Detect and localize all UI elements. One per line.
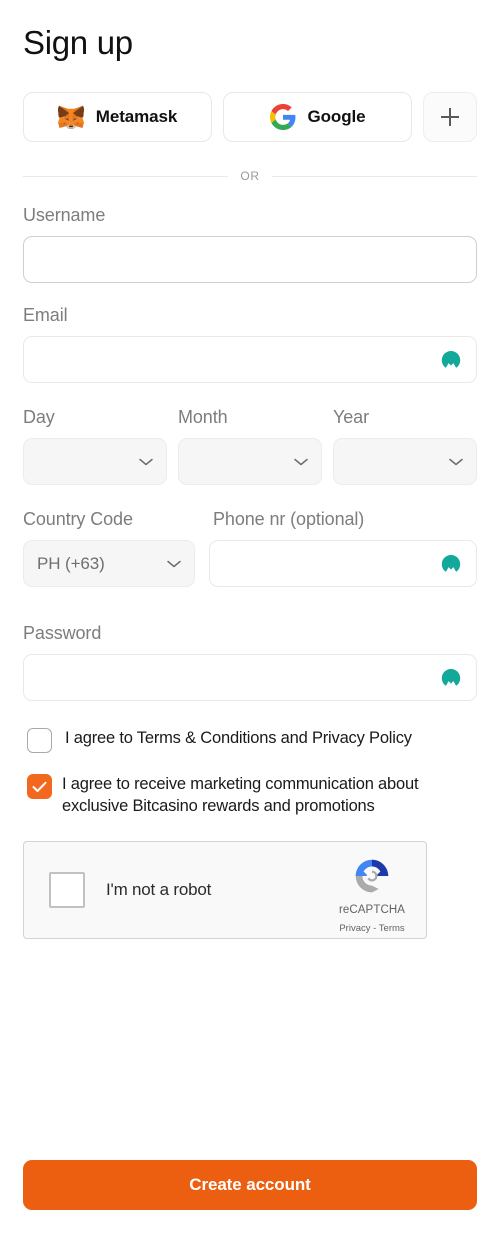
phone-labels: Country Code Phone nr (optional)	[23, 509, 477, 530]
page-title: Sign up	[23, 24, 133, 61]
divider-line-left	[23, 175, 229, 177]
marketing-checkbox[interactable]	[27, 774, 52, 799]
year-label: Year	[333, 407, 369, 427]
nordpass-icon[interactable]	[438, 551, 464, 577]
username-input[interactable]	[38, 237, 462, 282]
phone-input[interactable]	[224, 541, 462, 586]
country-code-select-wrapper[interactable]: PH (+63)	[23, 540, 195, 587]
metamask-label: Metamask	[95, 107, 178, 126]
day-select[interactable]	[23, 438, 167, 485]
recaptcha-widget[interactable]: I'm not a robot reCAPTCHA Privacy - Term…	[23, 841, 427, 939]
chevron-down-icon	[449, 458, 463, 465]
terms-consent-label: I agree to Terms & Conditions and Privac…	[65, 729, 412, 747]
email-input-wrapper[interactable]	[23, 336, 477, 383]
recaptcha-brand-name: reCAPTCHA	[338, 904, 406, 916]
nordpass-icon[interactable]	[438, 665, 464, 691]
phone-row: PH (+63)	[23, 540, 477, 587]
recaptcha-checkbox[interactable]	[49, 872, 85, 908]
password-field-group: Password	[23, 623, 477, 701]
country-code-value: PH (+63)	[37, 553, 105, 573]
divider-line-right	[271, 175, 478, 177]
recaptcha-link-separator: -	[373, 923, 377, 934]
password-input-wrapper[interactable]	[23, 654, 477, 701]
country-code-select[interactable]: PH (+63)	[23, 540, 195, 587]
google-signup-button[interactable]: Google	[223, 92, 412, 142]
month-select[interactable]	[178, 438, 322, 485]
metamask-fox-icon	[57, 104, 85, 130]
chevron-down-icon	[294, 458, 308, 465]
or-divider: OR	[23, 169, 478, 183]
social-auth-row: Metamask Google	[23, 92, 477, 142]
recaptcha-links: Privacy - Terms	[339, 923, 404, 934]
month-label: Month	[178, 407, 228, 427]
month-select-wrapper[interactable]	[178, 438, 322, 485]
terms-consent-row[interactable]: I agree to Terms & Conditions and Privac…	[23, 727, 477, 753]
day-label: Day	[23, 407, 55, 427]
recaptcha-privacy-link[interactable]: Privacy	[339, 923, 370, 934]
phone-input-wrapper[interactable]	[209, 540, 477, 587]
phone-field-wrapper	[209, 540, 477, 587]
email-input[interactable]	[38, 337, 462, 382]
google-label: Google	[307, 107, 366, 126]
signup-page: Sign up Metamask Google OR Username Emai…	[0, 0, 500, 1238]
plus-icon	[441, 108, 459, 126]
birthdate-selects	[23, 438, 477, 485]
password-label: Password	[23, 623, 102, 643]
username-input-wrapper[interactable]	[23, 236, 477, 283]
username-label: Username	[23, 205, 106, 225]
marketing-consent-label: I agree to receive marketing communicati…	[62, 775, 419, 815]
checkmark-icon	[32, 781, 47, 792]
chevron-down-icon	[167, 560, 181, 567]
username-field-group: Username	[23, 205, 477, 283]
recaptcha-branding: reCAPTCHA Privacy - Terms	[332, 854, 412, 936]
metamask-signup-button[interactable]: Metamask	[23, 92, 212, 142]
google-g-icon	[269, 104, 296, 130]
year-select[interactable]	[333, 438, 477, 485]
divider-label: OR	[240, 169, 260, 183]
nordpass-icon[interactable]	[438, 347, 464, 373]
recaptcha-logo-icon	[355, 859, 389, 893]
recaptcha-label: I'm not a robot	[106, 880, 212, 899]
recaptcha-terms-link[interactable]: Terms	[379, 923, 405, 934]
chevron-down-icon	[139, 458, 153, 465]
terms-checkbox[interactable]	[27, 728, 52, 753]
year-select-wrapper[interactable]	[333, 438, 477, 485]
create-account-button[interactable]: Create account	[23, 1160, 477, 1210]
phone-label: Phone nr (optional)	[213, 509, 365, 529]
country-code-label: Country Code	[23, 509, 133, 529]
marketing-consent-row[interactable]: I agree to receive marketing communicati…	[23, 773, 477, 817]
password-input[interactable]	[38, 655, 462, 700]
email-field-group: Email	[23, 305, 477, 383]
more-signup-options-button[interactable]	[423, 92, 477, 142]
day-select-wrapper[interactable]	[23, 438, 167, 485]
email-label: Email	[23, 305, 68, 325]
birthdate-labels: Day Month Year	[23, 407, 477, 428]
